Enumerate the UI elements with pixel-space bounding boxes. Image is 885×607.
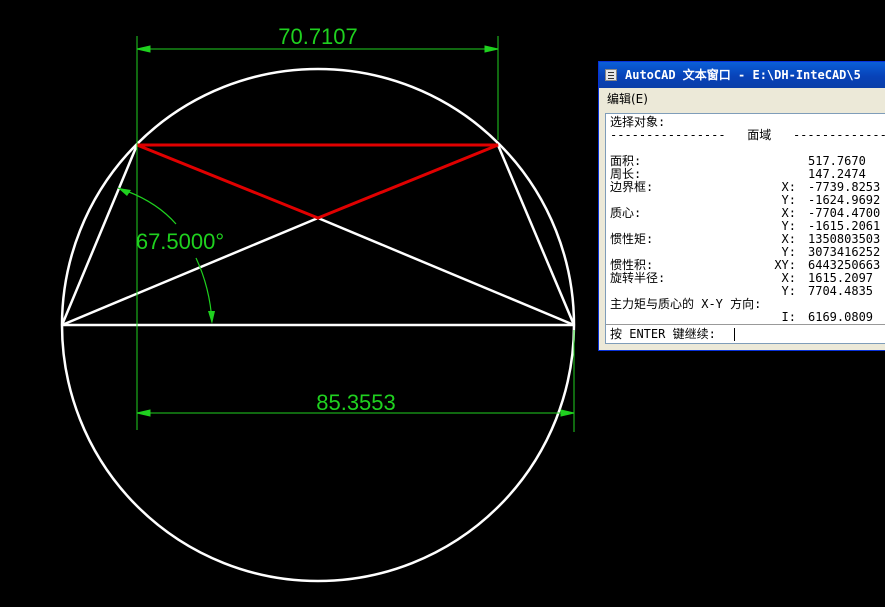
highlighted-triangle[interactable] [136,143,499,220]
region-section-header: ---------------- 面域 ---------------- [610,128,885,142]
window-menu-icon[interactable] [605,69,617,81]
angle-dimension-text: 67.5000° [136,229,224,254]
top-dimension-text: 70.7107 [278,24,358,49]
menu-edit[interactable]: 编辑(E) [607,88,648,110]
autocad-text-window[interactable]: AutoCAD 文本窗口 - E:\DH-InteCAD\5 编辑(E) 选择对… [598,61,885,351]
angle-dimension[interactable] [117,187,215,324]
text-caret [734,328,735,341]
bottom-dimension[interactable] [136,330,575,432]
command-history-pane[interactable]: 选择对象: ---------------- 面域 --------------… [605,113,885,344]
bottom-dimension-text: 85.3553 [316,390,396,415]
window-title: AutoCAD 文本窗口 - E:\DH-InteCAD\5 [625,68,861,82]
command-prompt-line[interactable]: 按 ENTER 键继续: [606,324,885,343]
command-prompt: 按 ENTER 键继续: [610,327,716,341]
menu-bar: 编辑(E) [599,88,885,110]
title-bar[interactable]: AutoCAD 文本窗口 - E:\DH-InteCAD\5 [599,62,885,88]
